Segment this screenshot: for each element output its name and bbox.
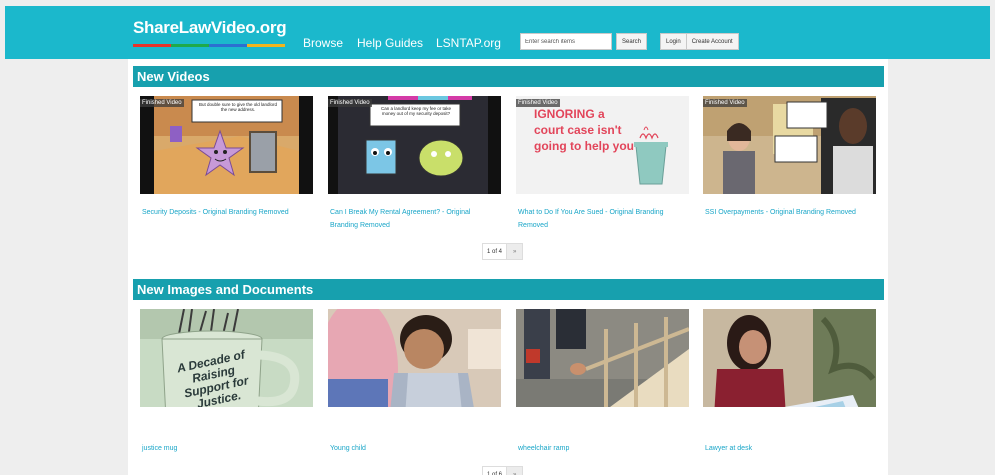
documents-pager: 1 of 6 » [482,466,524,475]
video-thumbnail[interactable]: But double sure to give the old landlord… [140,96,313,194]
pager-info: 1 of 6 [483,467,507,475]
nav-lsntap[interactable]: LSNTAP.org [436,36,501,50]
section-heading-new-images-documents: New Images and Documents [133,279,884,300]
video-card[interactable]: IGNORING a court case isn't going to hel… [516,96,689,229]
create-account-button[interactable]: Create Account [685,34,738,49]
video-thumbnail[interactable]: Finished Video [703,96,876,194]
document-title[interactable]: Lawyer at desk [705,442,875,455]
document-thumbnail[interactable] [328,309,501,407]
thumbnail-caption: Can a landlord keep my fee or take money… [380,106,452,116]
video-title[interactable]: What to Do If You Are Sued - Original Br… [518,206,688,232]
video-title[interactable]: Can I Break My Rental Agreement? - Origi… [330,206,500,232]
search-input[interactable] [520,33,612,50]
document-card[interactable]: wheelchair ramp [516,309,689,452]
video-card[interactable]: But double sure to give the old landlord… [140,96,313,216]
video-thumbnail[interactable]: Can a landlord keep my fee or take money… [328,96,501,194]
thumbnail-caption: IGNORING a court case isn't going to hel… [534,107,634,153]
document-card[interactable]: A Decade of Raising Support for Justice.… [140,309,313,452]
nav-help-guides[interactable]: Help Guides [357,36,423,50]
finished-video-badge: Finished Video [328,99,372,107]
video-title[interactable]: SSI Overpayments - Original Branding Rem… [705,206,875,219]
pager-next-button[interactable]: » [506,467,523,475]
logo-color-bar [133,44,285,47]
thumbnail-caption: But double sure to give the old landlord… [198,102,278,112]
section-heading-new-videos: New Videos [133,66,884,87]
finished-video-badge: Finished Video [516,99,560,107]
document-thumbnail[interactable] [516,309,689,407]
document-title[interactable]: justice mug [142,442,312,455]
video-card[interactable]: Can a landlord keep my fee or take money… [328,96,501,229]
pager-info: 1 of 4 [483,244,507,259]
document-card[interactable]: Young child [328,309,501,452]
auth-buttons: Login Create Account [660,33,739,50]
finished-video-badge: Finished Video [703,99,747,107]
document-title[interactable]: wheelchair ramp [518,442,688,455]
document-card[interactable]: Lawyer at desk [703,309,876,452]
video-thumbnail[interactable]: IGNORING a court case isn't going to hel… [516,96,689,194]
video-title[interactable]: Security Deposits - Original Branding Re… [142,206,312,219]
pager-next-button[interactable]: » [506,244,523,259]
finished-video-badge: Finished Video [140,99,184,107]
nav-browse[interactable]: Browse [303,36,343,50]
videos-pager: 1 of 4 » [482,243,524,260]
login-button[interactable]: Login [661,34,686,49]
document-thumbnail[interactable]: A Decade of Raising Support for Justice. [140,309,313,407]
top-navbar: ShareLawVideo.org Browse Help Guides LSN… [5,6,990,59]
video-card[interactable]: Finished Video SSI Overpayments - Origin… [703,96,876,216]
document-thumbnail[interactable] [703,309,876,407]
site-logo[interactable]: ShareLawVideo.org [133,18,287,38]
document-title[interactable]: Young child [330,442,500,455]
search-button[interactable]: Search [616,33,647,50]
